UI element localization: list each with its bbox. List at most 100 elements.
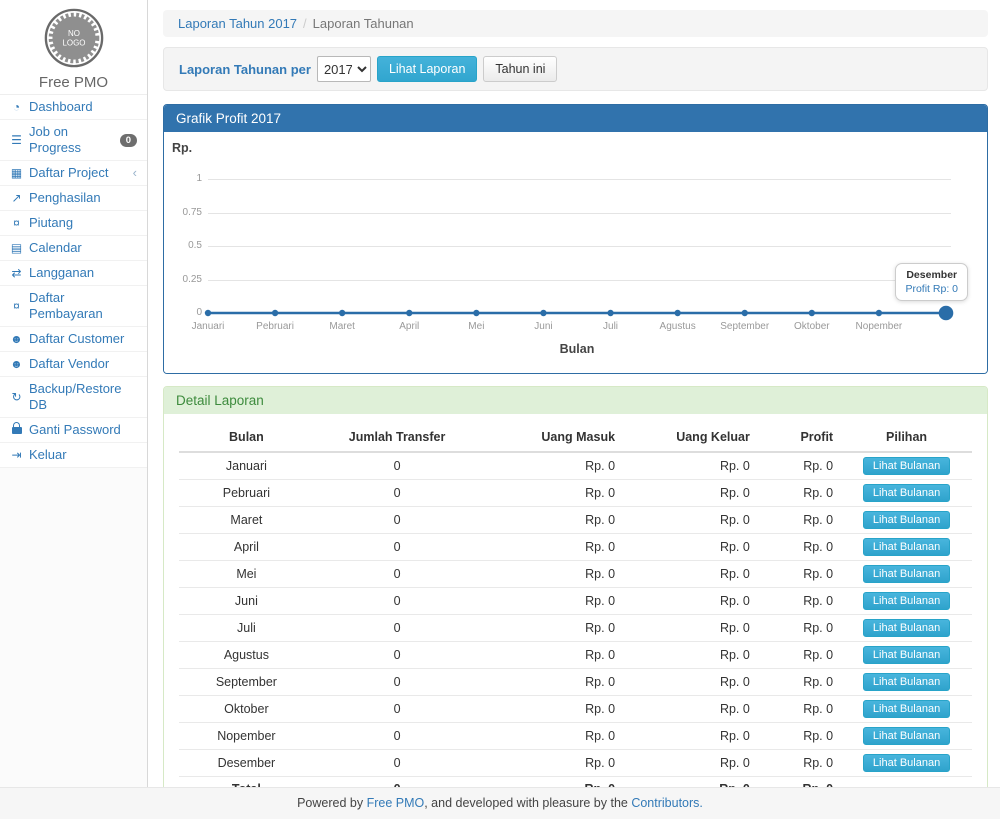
view-monthly-button-juni[interactable]: Lihat Bulanan	[863, 592, 950, 610]
table-cell: 0	[314, 642, 481, 669]
view-monthly-button-oktober[interactable]: Lihat Bulanan	[863, 700, 950, 718]
table-cell: September	[179, 669, 314, 696]
report-table: BulanJumlah TransferUang MasukUang Kelua…	[179, 424, 972, 801]
view-monthly-button-maret[interactable]: Lihat Bulanan	[863, 511, 950, 529]
sidebar-item-calendar[interactable]: ▤Calendar	[0, 236, 147, 261]
table-cell: Nopember	[179, 723, 314, 750]
view-monthly-button-april[interactable]: Lihat Bulanan	[863, 538, 950, 556]
table-cell: Rp. 0	[623, 561, 758, 588]
sidebar-item-daftar-customer[interactable]: ☻Daftar Customer	[0, 327, 147, 352]
sidebar-item-label: Dashboard	[29, 99, 93, 115]
view-report-button[interactable]: Lihat Laporan	[377, 56, 477, 82]
table-cell: Rp. 0	[758, 561, 841, 588]
table-cell: Rp. 0	[480, 588, 623, 615]
profit-series-line	[164, 132, 987, 373]
calendar-icon: ▤	[8, 240, 25, 256]
table-cell: Rp. 0	[623, 534, 758, 561]
sidebar-item-label: Backup/Restore DB	[29, 381, 137, 413]
table-cell: 0	[314, 669, 481, 696]
table-cell: 0	[314, 696, 481, 723]
x-axis-label: Juni	[534, 321, 552, 332]
view-monthly-button-pebruari[interactable]: Lihat Bulanan	[863, 484, 950, 502]
table-cell: 0	[314, 561, 481, 588]
detail-panel-title: Detail Laporan	[164, 387, 987, 414]
table-row: Januari0Rp. 0Rp. 0Rp. 0Lihat Bulanan	[179, 452, 972, 480]
users-icon: ☻	[8, 356, 25, 372]
current-year-button[interactable]: Tahun ini	[483, 56, 557, 82]
table-cell: Rp. 0	[758, 642, 841, 669]
sidebar-item-label: Piutang	[29, 215, 73, 231]
column-header-jumlah-transfer: Jumlah Transfer	[314, 424, 481, 452]
x-axis-label: Januari	[192, 321, 225, 332]
sidebar-menu: ◔Dashboard☰Job on Progress0▦Daftar Proje…	[0, 95, 147, 468]
retweet-icon: ⇄	[8, 265, 25, 281]
sidebar-item-daftar-pembayaran[interactable]: ¤Daftar Pembayaran	[0, 286, 147, 327]
footer-app-link[interactable]: Free PMO	[367, 796, 425, 810]
sidebar-item-dashboard[interactable]: ◔Dashboard	[0, 95, 147, 120]
lock-icon	[8, 422, 25, 438]
chevron-left-icon: ‹	[133, 167, 137, 179]
sidebar-item-ganti-password[interactable]: Ganti Password	[0, 418, 147, 443]
sidebar-header: NO LOGO Free PMO	[0, 0, 147, 95]
footer-contributors-link[interactable]: Contributors.	[631, 796, 703, 810]
sidebar: NO LOGO Free PMO ◔Dashboard☰Job on Progr…	[0, 0, 148, 787]
table-row: September0Rp. 0Rp. 0Rp. 0Lihat Bulanan	[179, 669, 972, 696]
column-header-uang-keluar: Uang Keluar	[623, 424, 758, 452]
sidebar-item-penghasilan[interactable]: ↗Penghasilan	[0, 186, 147, 211]
sidebar-item-daftar-vendor[interactable]: ☻Daftar Vendor	[0, 352, 147, 377]
tooltip-value: Profit Rp: 0	[905, 283, 958, 295]
detail-report-panel: Detail Laporan BulanJumlah TransferUang …	[163, 386, 988, 819]
sign-out-icon: ⇥	[8, 447, 25, 463]
table-cell: Juli	[179, 615, 314, 642]
table-cell: Rp. 0	[758, 452, 841, 480]
x-axis-label: Agustus	[660, 321, 696, 332]
sidebar-item-job-on-progress[interactable]: ☰Job on Progress0	[0, 120, 147, 161]
table-cell: Oktober	[179, 696, 314, 723]
sidebar-item-backup-restore-db[interactable]: ↻Backup/Restore DB	[0, 377, 147, 418]
table-icon: ▦	[8, 165, 25, 181]
table-cell: Rp. 0	[480, 696, 623, 723]
table-cell: Agustus	[179, 642, 314, 669]
sidebar-item-label: Daftar Customer	[29, 331, 124, 347]
sidebar-item-label: Job on Progress	[29, 124, 120, 156]
x-axis-label: Oktober	[794, 321, 830, 332]
breadcrumb-link-laporan-tahun[interactable]: Laporan Tahun 2017	[178, 16, 297, 31]
table-cell-action: Lihat Bulanan	[841, 642, 972, 669]
year-select[interactable]: 2017	[317, 56, 371, 82]
view-monthly-button-januari[interactable]: Lihat Bulanan	[863, 457, 950, 475]
view-monthly-button-desember[interactable]: Lihat Bulanan	[863, 754, 950, 772]
app-logo: NO LOGO	[44, 8, 104, 68]
view-monthly-button-mei[interactable]: Lihat Bulanan	[863, 565, 950, 583]
table-cell: Rp. 0	[480, 642, 623, 669]
svg-text:NO: NO	[68, 29, 80, 38]
view-monthly-button-juli[interactable]: Lihat Bulanan	[863, 619, 950, 637]
breadcrumb-current: Laporan Tahunan	[313, 16, 414, 31]
table-cell-action: Lihat Bulanan	[841, 669, 972, 696]
table-cell: Rp. 0	[480, 452, 623, 480]
sidebar-item-daftar-project[interactable]: ▦Daftar Project ‹	[0, 161, 147, 186]
table-cell: 0	[314, 615, 481, 642]
report-toolbar: Laporan Tahunan per 2017 Lihat Laporan T…	[163, 47, 988, 91]
table-cell: Pebruari	[179, 480, 314, 507]
profit-line-chart[interactable]: Rp. Desember Profit Rp: 0 10.750.50.250J…	[164, 132, 987, 373]
table-cell: Rp. 0	[758, 534, 841, 561]
x-axis-label: Pebruari	[256, 321, 294, 332]
sidebar-item-label: Daftar Project	[29, 165, 108, 181]
sidebar-item-keluar[interactable]: ⇥Keluar	[0, 443, 147, 468]
column-header-uang-masuk: Uang Masuk	[480, 424, 623, 452]
table-cell: Rp. 0	[758, 750, 841, 777]
toolbar-label: Laporan Tahunan per	[179, 62, 311, 77]
table-cell: Rp. 0	[758, 669, 841, 696]
view-monthly-button-agustus[interactable]: Lihat Bulanan	[863, 646, 950, 664]
count-badge: 0	[120, 134, 137, 147]
chart-panel-title: Grafik Profit 2017	[164, 105, 987, 132]
sidebar-item-piutang[interactable]: ¤Piutang	[0, 211, 147, 236]
sidebar-item-langganan[interactable]: ⇄Langganan	[0, 261, 147, 286]
view-monthly-button-september[interactable]: Lihat Bulanan	[863, 673, 950, 691]
table-row: Juni0Rp. 0Rp. 0Rp. 0Lihat Bulanan	[179, 588, 972, 615]
table-cell: 0	[314, 452, 481, 480]
view-monthly-button-nopember[interactable]: Lihat Bulanan	[863, 727, 950, 745]
footer-text: Powered by	[297, 796, 366, 810]
sidebar-item-label: Ganti Password	[29, 422, 121, 438]
column-header-bulan: Bulan	[179, 424, 314, 452]
